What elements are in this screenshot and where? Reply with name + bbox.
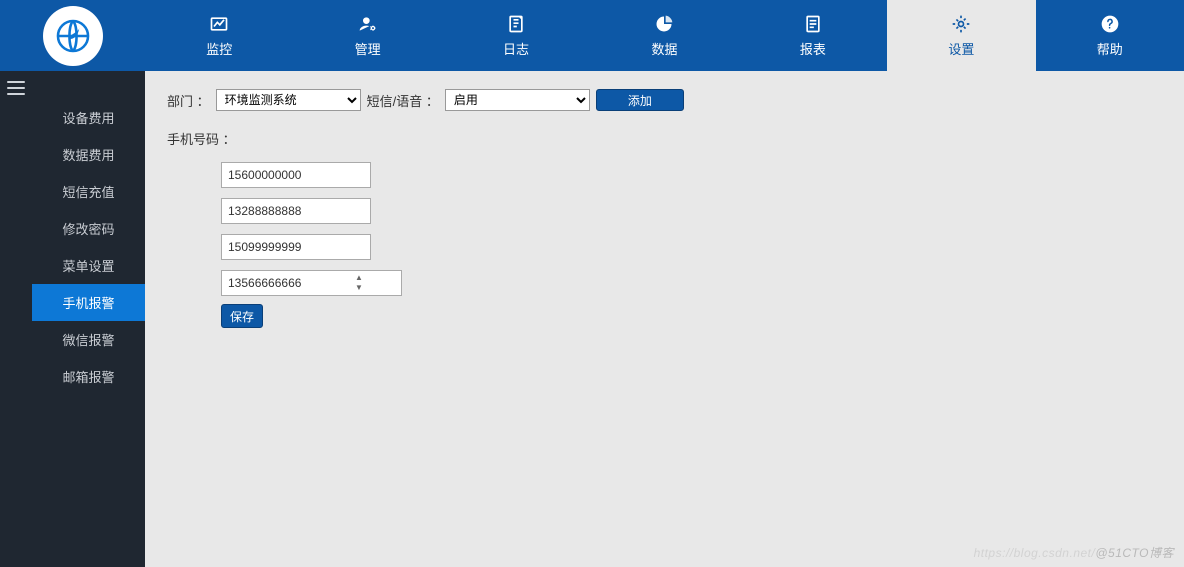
- sidebar-item-device-fee[interactable]: 设备费用: [32, 99, 145, 136]
- phone-input-3[interactable]: [221, 234, 371, 260]
- nav-report[interactable]: 报表: [739, 0, 887, 71]
- logo-wrap: [0, 0, 145, 71]
- nav-help[interactable]: 帮助: [1036, 0, 1184, 71]
- gear-icon: [950, 13, 972, 35]
- document-icon: [802, 13, 824, 35]
- save-button[interactable]: 保存: [221, 304, 263, 328]
- sidebar-item-sms-recharge[interactable]: 短信充值: [32, 173, 145, 210]
- top-nav: 监控 管理 日志 数据 报表: [145, 0, 1184, 71]
- sidebar-item-label: 手机报警: [62, 293, 114, 312]
- main-panel: 部门 ： 环境监测系统 短信/语音 ： 启用 添加 手机号码 ： ▲▼ 保存: [145, 71, 1184, 567]
- phone-input-1[interactable]: [221, 162, 371, 188]
- sidebar-item-label: 设备费用: [62, 108, 114, 127]
- sidebar-item-data-fee[interactable]: 数据费用: [32, 136, 145, 173]
- user-gear-icon: [357, 13, 379, 35]
- sidebar-item-label: 数据费用: [62, 145, 114, 164]
- question-icon: [1099, 13, 1121, 35]
- voice-label: 短信/语音 ：: [367, 91, 439, 110]
- chart-line-icon: [208, 13, 230, 35]
- nav-label: 设置: [948, 39, 974, 58]
- sidebar-toggle[interactable]: [7, 81, 25, 95]
- nav-label: 报表: [800, 39, 826, 58]
- add-button[interactable]: 添加: [596, 89, 684, 111]
- nav-label: 帮助: [1097, 39, 1123, 58]
- dept-label: 部门 ：: [167, 91, 210, 110]
- sidebar-item-label: 短信充值: [62, 182, 114, 201]
- sidebar-item-change-password[interactable]: 修改密码: [32, 210, 145, 247]
- pie-chart-icon: [653, 13, 675, 35]
- sidebar-item-label: 微信报警: [62, 330, 114, 349]
- dept-select[interactable]: 环境监测系统: [216, 89, 361, 111]
- globe-leaf-icon: [54, 17, 92, 55]
- nav-monitor[interactable]: 监控: [145, 0, 293, 71]
- app-logo: [43, 6, 103, 66]
- phones-list: ▲▼: [221, 162, 371, 296]
- nav-label: 监控: [206, 39, 232, 58]
- phone-input-4[interactable]: [221, 270, 402, 296]
- nav-label: 管理: [355, 39, 381, 58]
- nav-data[interactable]: 数据: [590, 0, 738, 71]
- nav-settings[interactable]: 设置: [887, 0, 1035, 71]
- phone-input-2[interactable]: [221, 198, 371, 224]
- phones-label: 手机号码 ：: [167, 129, 1162, 148]
- nav-manage[interactable]: 管理: [293, 0, 441, 71]
- nav-log[interactable]: 日志: [442, 0, 590, 71]
- sidebar-item-label: 修改密码: [62, 219, 114, 238]
- sidebar-item-label: 邮箱报警: [62, 367, 114, 386]
- nav-label: 数据: [651, 39, 677, 58]
- watermark: https://blog.csdn.net/@51CTO博客: [974, 544, 1174, 561]
- nav-label: 日志: [503, 39, 529, 58]
- sidebar-item-menu-settings[interactable]: 菜单设置: [32, 247, 145, 284]
- sidebar: 设备费用 数据费用 短信充值 修改密码 菜单设置 手机报警 微信报警 邮箱报警: [32, 71, 145, 567]
- voice-select[interactable]: 启用: [445, 89, 590, 111]
- journal-icon: [505, 13, 527, 35]
- sidebar-item-label: 菜单设置: [62, 256, 114, 275]
- sidebar-item-wechat-alarm[interactable]: 微信报警: [32, 321, 145, 358]
- sidebar-item-phone-alarm[interactable]: 手机报警: [32, 284, 145, 321]
- sidebar-item-email-alarm[interactable]: 邮箱报警: [32, 358, 145, 395]
